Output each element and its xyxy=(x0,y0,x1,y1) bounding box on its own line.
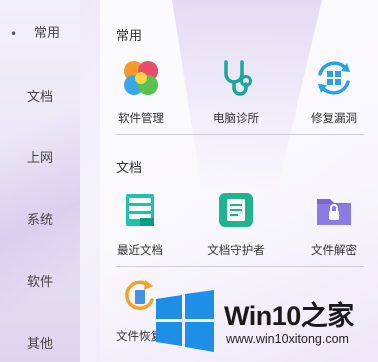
tool-pc-clinic[interactable]: 电脑诊所 xyxy=(191,58,281,126)
sidebar-item-label: 系统 xyxy=(26,213,53,228)
tool-label: 修复漏洞 xyxy=(311,111,357,125)
document-shield-icon xyxy=(219,193,253,227)
tool-software-manager[interactable]: 软件管理 xyxy=(96,58,186,126)
sidebar-item-system[interactable]: 系统 xyxy=(0,207,80,235)
tool-fix-vulnerabilities[interactable]: 修复漏洞 xyxy=(289,58,378,126)
clover-icon xyxy=(124,61,158,95)
sidebar-item-web[interactable]: 上网 xyxy=(0,145,80,173)
watermark-url: www.win10xitong.com xyxy=(226,332,349,346)
locked-folder-icon xyxy=(317,199,351,225)
tool-label: 最近文档 xyxy=(117,243,163,257)
stethoscope-icon xyxy=(224,60,252,96)
windows-logo-icon xyxy=(156,290,214,352)
sidebar-item-common[interactable]: 常用 xyxy=(0,20,80,48)
sidebar-item-label: 软件 xyxy=(26,275,53,290)
sidebar-item-software[interactable]: 软件 xyxy=(0,269,80,297)
section-divider xyxy=(116,134,364,135)
tool-file-decrypt[interactable]: 文件解密 xyxy=(289,190,378,258)
tool-document-guardian[interactable]: 文档守护者 xyxy=(191,190,281,258)
tool-label: 文件解密 xyxy=(311,243,357,257)
tool-recent-documents[interactable]: 最近文档 xyxy=(95,190,185,258)
tool-label: 电脑诊所 xyxy=(213,111,259,125)
watermark-banner: Win10之家 www.win10xitong.com xyxy=(142,280,378,362)
sidebar: 常用 文档 上网 系统 软件 其他 xyxy=(0,0,80,362)
section-title-docs: 文档 xyxy=(116,161,143,176)
section-title-common: 常用 xyxy=(116,29,143,44)
sidebar-item-label: 常用 xyxy=(33,26,60,41)
sidebar-item-docs[interactable]: 文档 xyxy=(0,84,80,112)
sidebar-item-other[interactable]: 其他 xyxy=(0,331,80,359)
tool-label: 软件管理 xyxy=(118,111,164,125)
section-divider xyxy=(116,266,364,267)
stacked-docs-icon xyxy=(126,194,154,226)
sidebar-item-label: 文档 xyxy=(26,90,53,105)
tool-label: 文档守护者 xyxy=(207,243,265,257)
sidebar-item-label: 其他 xyxy=(26,337,53,352)
windows-refresh-icon xyxy=(318,61,350,95)
sidebar-item-label: 上网 xyxy=(26,151,53,166)
watermark-title: Win10之家 xyxy=(224,301,354,331)
